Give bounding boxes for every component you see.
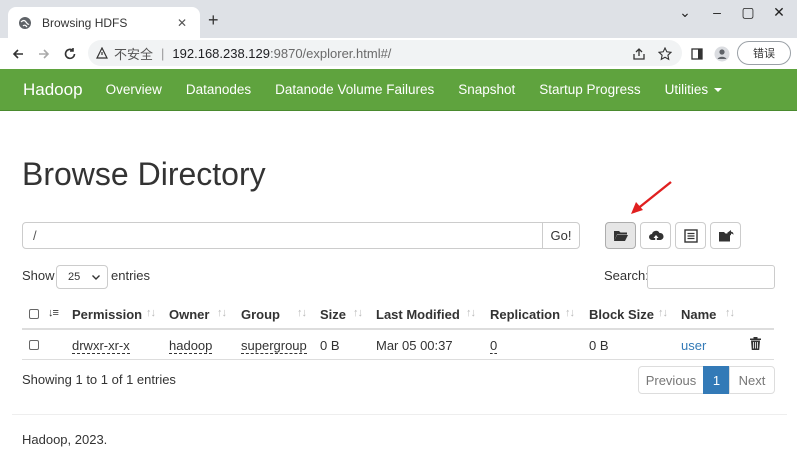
go-button[interactable]: Go! [542,222,580,249]
browser-tabstrip: Browsing HDFS ✕ + ⌄ – ▢ ✕ [0,0,797,38]
insecure-label: 不安全 [114,46,154,62]
bookmark-star-icon[interactable] [656,45,674,63]
previous-page-button[interactable]: Previous [638,366,704,394]
nav-datanode-volume-failures[interactable]: Datanode Volume Failures [275,82,434,97]
sort-icon[interactable]: ↑↓ [297,307,307,319]
nav-utilities-label: Utilities [664,82,709,97]
profile-icon[interactable] [713,45,731,63]
col-replication[interactable]: Replication [490,307,560,322]
cut-paste-button[interactable] [675,222,706,249]
col-last-modified[interactable]: Last Modified [376,307,460,322]
annotation-arrow-icon [631,181,672,214]
maximize-icon[interactable]: ▢ [736,4,760,21]
cell-replication[interactable]: 0 [490,338,498,354]
cell-last-modified: Mar 05 00:37 [376,338,453,353]
directory-path-input[interactable]: / [22,222,543,249]
tab-title: Browsing HDFS [42,15,128,30]
table-info: Showing 1 to 1 of 1 entries [22,372,176,387]
hadoop-navbar: Hadoop Overview Datanodes Datanode Volum… [0,69,797,111]
navbar-brand[interactable]: Hadoop [0,80,83,100]
share-icon[interactable] [630,45,648,63]
page-1-button[interactable]: 1 [703,366,730,394]
page-length-value: 25 [68,271,81,283]
next-page-button[interactable]: Next [729,366,775,394]
new-tab-icon[interactable]: + [208,10,219,31]
url-host: 192.168.238.129 [172,45,271,61]
caret-down-icon [714,87,723,92]
chevron-down-icon [92,275,100,280]
select-all-checkbox[interactable] [29,309,39,319]
browser-tab[interactable]: Browsing HDFS ✕ [8,7,200,38]
sort-icon[interactable]: ↑↓ [466,307,476,319]
warning-icon [96,47,108,59]
search-label: Search: [604,268,649,283]
url-separator: | [161,45,165,61]
entries-label: entries [111,268,151,283]
folder-share-icon [718,229,733,241]
reload-icon[interactable] [60,44,80,64]
back-icon[interactable] [8,44,28,64]
col-name[interactable]: Name [681,307,716,322]
footer-text: Hadoop, 2023. [22,432,108,447]
window-close-icon[interactable]: ✕ [767,4,791,21]
table-row: drwxr-xr-x hadoop supergroup 0 B Mar 05 … [22,330,774,360]
row-checkbox[interactable] [29,340,39,350]
forward-icon[interactable] [34,44,54,64]
cloud-upload-icon [648,230,664,242]
move-button[interactable] [710,222,741,249]
upload-button[interactable] [640,222,671,249]
browser-toolbar: 不安全 | 192.168.238.129 :9870/explorer.htm… [0,38,797,70]
sort-icon[interactable]: ↑↓ [658,307,668,319]
side-panel-icon[interactable] [688,45,706,63]
col-owner[interactable]: Owner [169,307,209,322]
trash-icon[interactable] [750,337,761,350]
page-length-select[interactable]: 25 [56,265,108,289]
sort-icon[interactable]: ↑↓ [725,307,735,319]
tab-search-icon[interactable]: ⌄ [673,4,697,21]
address-bar[interactable]: 不安全 | 192.168.238.129 :9870/explorer.htm… [88,40,682,66]
cell-name-link[interactable]: user [681,338,706,353]
sort-icon[interactable]: ↑↓ [217,307,227,319]
nav-startup-progress[interactable]: Startup Progress [539,82,640,97]
col-size[interactable]: Size [320,307,346,322]
nav-overview[interactable]: Overview [106,82,162,97]
col-group[interactable]: Group [241,307,280,322]
table-header: ↓≡ Permission ↑↓ Owner ↑↓ Group ↑↓ Size … [22,299,774,330]
folder-open-icon [613,230,628,241]
tab-close-icon[interactable]: ✕ [174,16,190,30]
cell-size: 0 B [320,338,340,353]
error-button[interactable]: 错误 [737,41,791,65]
page-title: Browse Directory [22,156,266,192]
sort-icon[interactable]: ↑↓ [353,307,363,319]
minimize-icon[interactable]: – [705,4,729,20]
nav-snapshot[interactable]: Snapshot [458,82,515,97]
cell-group[interactable]: supergroup [241,338,307,354]
cell-owner[interactable]: hadoop [169,338,213,354]
sort-icon[interactable]: ↑↓ [146,307,156,319]
sort-icon[interactable]: ↑↓ [565,307,575,319]
list-icon [683,228,698,243]
cell-block-size: 0 B [589,338,609,353]
url-path: :9870/explorer.html#/ [270,45,392,61]
show-label: Show [22,268,55,283]
search-input[interactable] [647,265,775,289]
cell-permission[interactable]: drwxr-xr-x [72,338,130,354]
col-permission[interactable]: Permission [72,307,142,322]
nav-datanodes[interactable]: Datanodes [186,82,251,97]
nav-utilities-dropdown[interactable]: Utilities [665,82,723,97]
create-directory-button[interactable] [605,222,636,249]
sort-icon[interactable]: ↓≡ [48,307,59,319]
globe-icon [19,16,31,29]
footer-divider [12,414,787,415]
col-block-size[interactable]: Block Size [589,307,654,322]
